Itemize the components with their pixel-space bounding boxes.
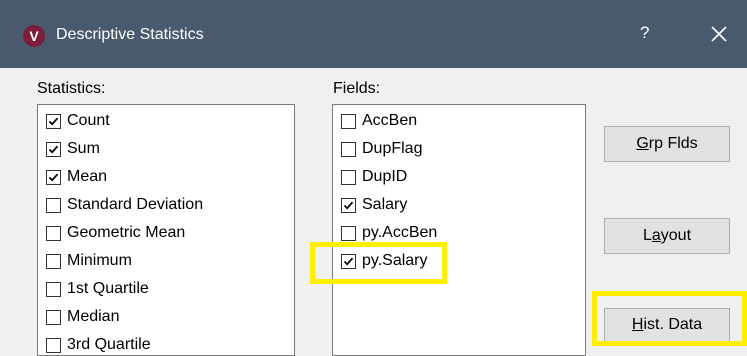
hist-data-mnemonic: H	[631, 316, 644, 333]
checked-checkbox-icon[interactable]	[46, 141, 61, 157]
statistics-item[interactable]: Mean	[46, 165, 107, 189]
layout-label: yout	[660, 227, 692, 244]
layout-button[interactable]: Layout	[604, 218, 730, 254]
help-button[interactable]: ?	[640, 22, 649, 44]
unchecked-checkbox-icon[interactable]	[46, 281, 61, 297]
checked-checkbox-icon[interactable]	[46, 169, 61, 185]
item-label: Median	[67, 308, 120, 325]
statistics-listbox[interactable]: Count Sum Mean Standard Deviation Geometric …	[37, 104, 295, 356]
statistics-item[interactable]: Median	[46, 305, 119, 329]
unchecked-checkbox-icon[interactable]	[46, 197, 61, 213]
item-label: Mean	[67, 168, 108, 185]
item-label: Standard Deviation	[67, 196, 204, 213]
statistics-item[interactable]: 3rd Quartile	[46, 333, 151, 355]
fields-label: Fields:	[333, 80, 381, 97]
layout-mnemonic: a	[651, 227, 661, 244]
item-label: py.AccBen	[362, 224, 438, 241]
close-icon	[711, 26, 727, 42]
unchecked-checkbox-icon[interactable]	[341, 225, 356, 241]
unchecked-checkbox-icon[interactable]	[341, 113, 356, 129]
window-title: Descriptive Statistics	[56, 26, 204, 43]
unchecked-checkbox-icon[interactable]	[341, 169, 356, 185]
checked-checkbox-icon[interactable]	[341, 253, 356, 269]
field-item[interactable]: AccBen	[341, 109, 417, 133]
statistics-label: Statistics:	[37, 80, 106, 97]
item-label: Geometric Mean	[67, 224, 186, 241]
statistics-item[interactable]: Count	[46, 109, 110, 133]
item-label: AccBen	[362, 112, 418, 129]
unchecked-checkbox-icon[interactable]	[46, 337, 61, 353]
hist-data-button[interactable]: Hist. Data	[604, 308, 730, 342]
item-label: DupFlag	[362, 140, 423, 157]
grp-flds-button[interactable]: Grp Flds	[604, 126, 730, 162]
statistics-item[interactable]: Sum	[46, 137, 100, 161]
unchecked-checkbox-icon[interactable]	[46, 253, 61, 269]
field-item[interactable]: DupFlag	[341, 137, 422, 161]
fields-listbox[interactable]: AccBen DupFlag DupID Salary py.AccBen py.Sala…	[332, 104, 586, 356]
item-label: py.Salary	[362, 252, 428, 269]
item-label: Count	[67, 112, 110, 129]
item-label: DupID	[362, 168, 408, 185]
field-item[interactable]: py.Salary	[341, 249, 428, 273]
field-item[interactable]: Salary	[341, 193, 407, 217]
hist-data-label: ist. Data	[643, 316, 703, 333]
grp-flds-label: rp Flds	[648, 135, 698, 152]
close-button[interactable]	[702, 17, 736, 51]
item-label: Salary	[362, 196, 408, 213]
field-item[interactable]: DupID	[341, 165, 407, 189]
item-label: 1st Quartile	[67, 280, 149, 297]
checked-checkbox-icon[interactable]	[341, 197, 356, 213]
grp-flds-mnemonic: G	[636, 135, 649, 152]
unchecked-checkbox-icon[interactable]	[46, 225, 61, 241]
checked-checkbox-icon[interactable]	[46, 113, 61, 129]
unchecked-checkbox-icon[interactable]	[341, 141, 356, 157]
item-label: 3rd Quartile	[67, 336, 151, 353]
unchecked-checkbox-icon[interactable]	[46, 309, 61, 325]
layout-label-start: L	[642, 227, 652, 244]
statistics-item[interactable]: 1st Quartile	[46, 277, 149, 301]
statistics-item[interactable]: Minimum	[46, 249, 132, 273]
item-label: Sum	[67, 140, 100, 157]
item-label: Minimum	[67, 252, 132, 269]
field-item[interactable]: py.AccBen	[341, 221, 437, 245]
statistics-item[interactable]: Geometric Mean	[46, 221, 185, 245]
statistics-item[interactable]: Standard Deviation	[46, 193, 203, 217]
title-bar: V Descriptive Statistics ?	[0, 0, 747, 68]
app-icon: V	[23, 25, 45, 47]
